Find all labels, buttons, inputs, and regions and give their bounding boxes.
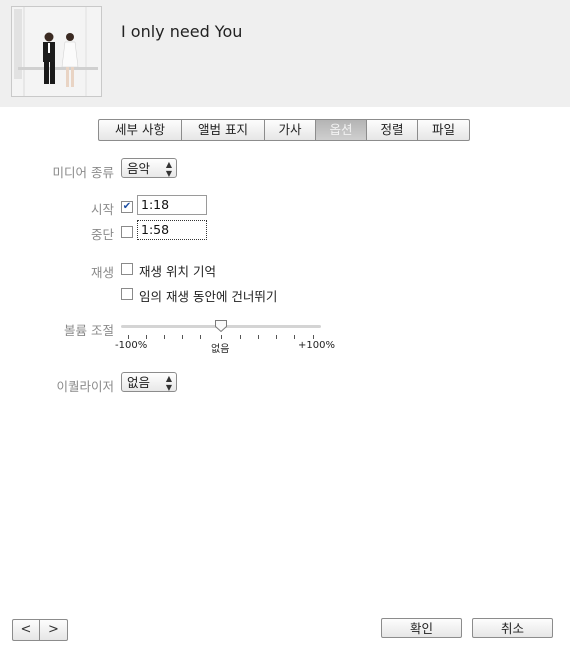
remember-position-label: 재생 위치 기억 xyxy=(139,264,216,279)
volume-tick xyxy=(128,335,129,339)
playback-label: 재생 xyxy=(90,265,114,280)
volume-tick xyxy=(164,335,165,339)
remember-position-checkbox[interactable] xyxy=(121,263,133,275)
cancel-button[interactable]: 취소 xyxy=(472,618,553,638)
start-checkbox[interactable]: ✔ xyxy=(121,201,133,213)
stop-checkbox[interactable] xyxy=(121,226,133,238)
equalizer-value: 없음 xyxy=(127,375,151,390)
volume-tick xyxy=(258,335,259,339)
updown-arrows-icon: ▲ ▼ xyxy=(165,160,172,178)
volume-min-label: -100% xyxy=(115,340,148,351)
volume-tick xyxy=(200,335,201,339)
volume-tick xyxy=(276,335,277,339)
album-artwork xyxy=(11,6,102,97)
volume-tick xyxy=(221,335,222,339)
ok-button[interactable]: 확인 xyxy=(381,618,462,638)
media-kind-select[interactable]: 음악 ▲ ▼ xyxy=(121,158,177,178)
tab-artwork[interactable]: 앨범 표지 xyxy=(182,120,265,140)
volume-slider-thumb[interactable] xyxy=(214,319,228,333)
tab-options[interactable]: 옵션 xyxy=(316,120,367,140)
volume-mid-label: 없음 xyxy=(211,344,230,355)
tab-bar: 세부 사항 앨범 표지 가사 옵션 정렬 파일 xyxy=(98,119,470,141)
chevron-left-icon[interactable]: < xyxy=(13,620,40,640)
tab-details[interactable]: 세부 사항 xyxy=(99,120,182,140)
volume-tick xyxy=(146,335,147,339)
volume-tick xyxy=(240,335,241,339)
header: I only need You xyxy=(0,0,570,107)
skip-shuffle-label: 임의 재생 동안에 건너뛰기 xyxy=(139,289,278,304)
song-title: I only need You xyxy=(121,22,243,41)
stop-time-input[interactable]: 1:58 xyxy=(137,220,207,240)
equalizer-select[interactable]: 없음 ▲ ▼ xyxy=(121,372,177,392)
media-kind-label: 미디어 종류 xyxy=(52,165,114,180)
tab-sorting[interactable]: 정렬 xyxy=(367,120,418,140)
prev-next-buttons: < > xyxy=(12,619,68,641)
updown-arrows-icon: ▲ ▼ xyxy=(165,374,172,392)
stop-label: 중단 xyxy=(90,227,114,242)
start-label: 시작 xyxy=(90,202,114,217)
chevron-right-icon[interactable]: > xyxy=(40,620,67,640)
skip-shuffle-checkbox[interactable] xyxy=(121,288,133,300)
tab-file[interactable]: 파일 xyxy=(418,120,469,140)
tab-lyrics[interactable]: 가사 xyxy=(265,120,316,140)
volume-tick xyxy=(182,335,183,339)
volume-tick xyxy=(313,335,314,339)
volume-tick xyxy=(294,335,295,339)
media-kind-value: 음악 xyxy=(127,161,151,176)
start-time-input[interactable]: 1:18 xyxy=(137,195,207,215)
volume-label: 볼륨 조절 xyxy=(64,323,114,338)
volume-max-label: +100% xyxy=(298,340,335,351)
equalizer-label: 이퀄라이저 xyxy=(56,379,114,394)
